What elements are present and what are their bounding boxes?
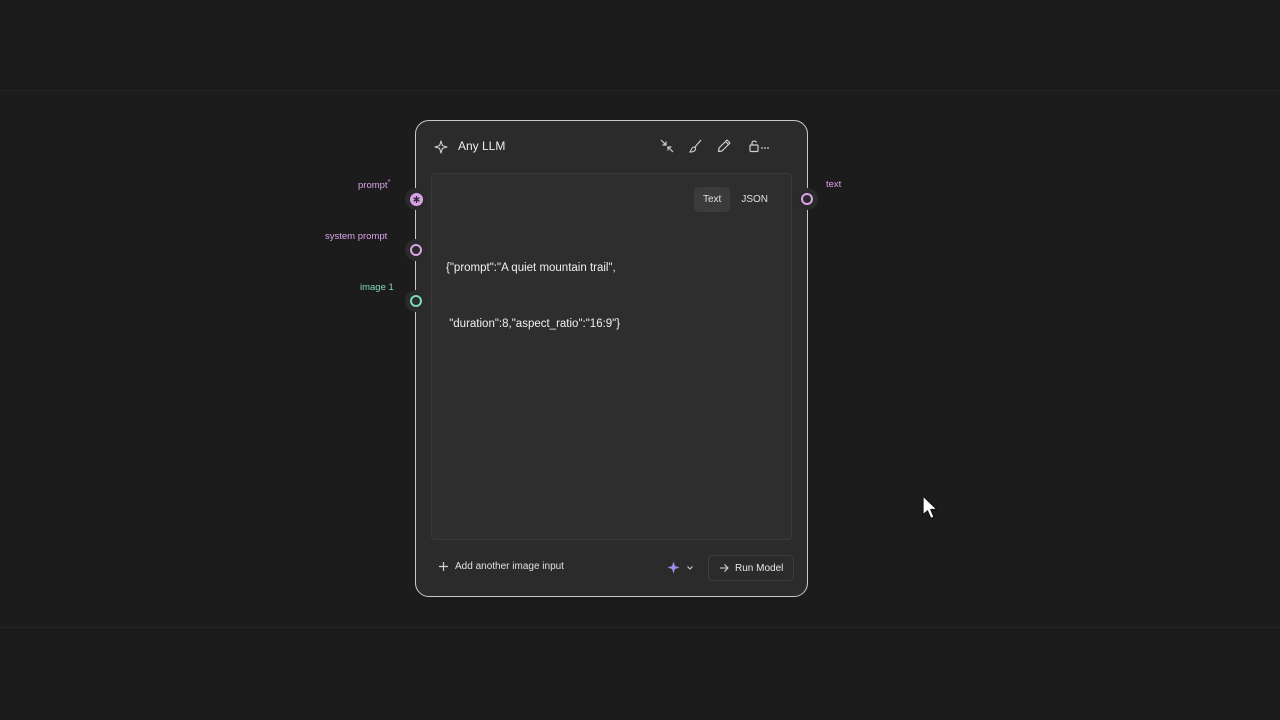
collapse-icon[interactable] [659,138,675,154]
node-header[interactable]: Any LLM [416,121,807,173]
chevron-down-icon [687,565,693,570]
add-image-input-label: Add another image input [455,561,564,572]
model-selector[interactable] [667,561,694,574]
node-footer: Add another image input Run Model [416,555,807,583]
any-llm-node[interactable]: Any LLM Text JSON {"prompt":"A quiet mou… [415,120,808,597]
output-port-text[interactable] [796,188,818,210]
tab-json[interactable]: JSON [732,187,777,212]
tab-text[interactable]: Text [693,187,731,212]
output-line-1: {"prompt":"A quiet mountain trail", [446,262,616,274]
sparkle-outline-icon [434,140,448,154]
input-port-system-prompt[interactable] [405,239,427,261]
run-model-button[interactable]: Run Model [708,555,795,581]
port-ring [410,295,422,307]
run-model-label: Run Model [735,562,784,574]
brush-icon[interactable] [688,138,704,154]
port-filled-dot [409,192,423,206]
mouse-cursor-icon [922,495,938,520]
output-line-2: "duration":8,"aspect_ratio":"16:9"} [446,317,621,330]
output-content: {"prompt":"A quiet mountain trail", "dur… [446,222,776,370]
input-label-image-1: image 1 [360,282,394,293]
unlock-more-icon[interactable] [748,138,772,154]
input-label-prompt: prompt* [358,179,390,191]
port-ring [801,193,813,205]
port-ring [410,244,422,256]
port-label-text: prompt [358,180,388,192]
view-tabs: Text JSON [693,187,777,212]
output-panel: Text JSON {"prompt":"A quiet mountain tr… [431,173,792,540]
output-label-text: text [826,179,842,190]
input-port-image-1[interactable] [405,290,427,312]
input-label-system-prompt: system prompt [325,231,388,242]
sparkle-icon [667,561,680,574]
arrow-right-icon [720,564,729,572]
add-image-input-button[interactable]: Add another image input [438,561,564,572]
asterisk-icon [412,195,420,203]
node-title: Any LLM [458,139,506,153]
plus-icon [439,562,448,571]
input-port-prompt[interactable] [405,188,427,210]
required-mark: * [387,179,391,186]
pencil-icon[interactable] [716,138,732,154]
